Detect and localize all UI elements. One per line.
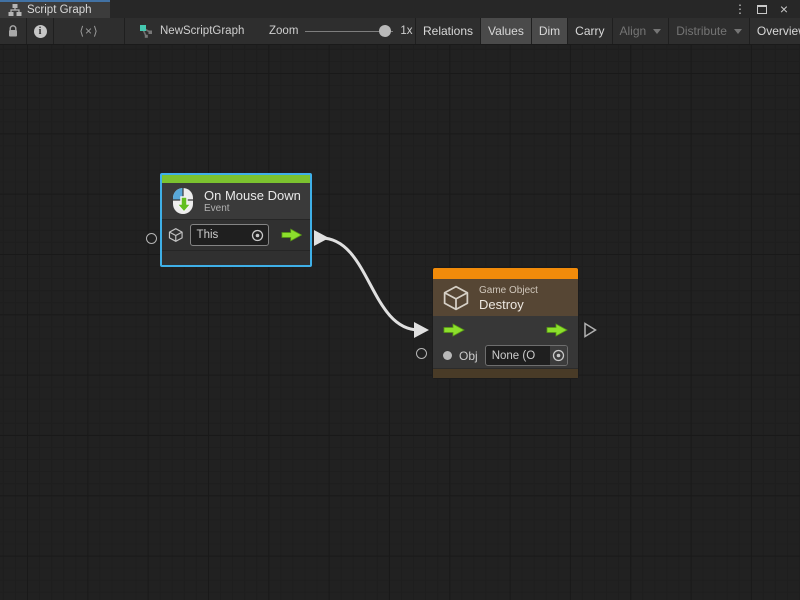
connections-layer (0, 45, 800, 600)
values-button[interactable]: Values (481, 18, 531, 44)
node-titles: On Mouse Down Event (204, 188, 301, 215)
tab-bar: Script Graph ⋮ × (0, 0, 800, 18)
node-subtitle: Event (204, 203, 301, 215)
target-dropdown-value: This (197, 229, 251, 241)
window-controls: ⋮ × (732, 0, 800, 18)
chevron-down-icon (734, 29, 742, 34)
gameobject-cube-icon (442, 284, 470, 312)
zoom-slider-handle[interactable] (379, 25, 391, 37)
mouse-down-icon (170, 187, 196, 215)
object-picker-icon (552, 349, 565, 362)
gameobject-accent-strip (433, 268, 578, 279)
obj-port-label: Obj (459, 349, 478, 363)
relations-button[interactable]: Relations (416, 18, 480, 44)
node-header: Game Object Destroy (433, 279, 578, 316)
zoom-label: Zoom (269, 25, 298, 37)
code-preview-button[interactable]: ⟨×⟩ (54, 18, 124, 44)
node-footer (433, 368, 578, 378)
distribute-label: Distribute (676, 24, 727, 38)
on-mouse-down-target-port[interactable] (146, 233, 157, 244)
obj-field-value: None (O (486, 350, 550, 362)
node-footer (162, 251, 310, 263)
obj-value-port[interactable] (443, 351, 452, 360)
chevron-down-icon (653, 29, 661, 34)
unconnected-flow-indicator (585, 324, 596, 337)
graph-toolbar: i ⟨×⟩ NewScriptGraph Zoom 1x Relations V… (0, 18, 800, 45)
node-title: On Mouse Down (204, 188, 301, 203)
target-dropdown[interactable]: This (190, 224, 269, 246)
flow-output-arrow[interactable] (281, 228, 302, 242)
object-picker-icon[interactable] (251, 229, 264, 242)
node-titles: Game Object Destroy (479, 284, 538, 312)
close-icon[interactable]: × (776, 1, 792, 17)
flow-port-row (433, 316, 578, 343)
maximize-icon (757, 5, 767, 14)
flow-connection-wire[interactable] (321, 238, 419, 330)
overview-button[interactable]: Overview (750, 18, 800, 44)
obj-object-field[interactable]: None (O (485, 345, 568, 366)
node-title: Destroy (479, 297, 538, 312)
overview-label: Overview (757, 24, 800, 38)
node-category: Game Object (479, 284, 538, 297)
node-port-row: This (162, 220, 310, 251)
align-button: Align (613, 18, 669, 44)
info-button[interactable]: i (27, 18, 53, 44)
object-picker-chip[interactable] (550, 346, 567, 365)
relations-label: Relations (423, 24, 473, 38)
lock-icon (6, 24, 20, 38)
dim-label: Dim (539, 24, 560, 38)
gameobject-cube-icon (168, 227, 184, 243)
node-header: On Mouse Down Event (162, 183, 310, 220)
carry-button[interactable]: Carry (568, 18, 611, 44)
lock-button[interactable] (0, 18, 26, 44)
tab-script-graph[interactable]: Script Graph (0, 0, 110, 18)
destroy-obj-outer-port[interactable] (416, 348, 427, 359)
flow-input-arrow[interactable] (443, 323, 465, 337)
graph-name-button[interactable]: NewScriptGraph (125, 18, 255, 44)
zoom-value: 1x (400, 25, 412, 37)
align-label: Align (620, 24, 647, 38)
graph-canvas[interactable]: On Mouse Down Event This (0, 45, 800, 600)
carry-label: Carry (575, 24, 604, 38)
flow-output-arrow[interactable] (546, 323, 568, 337)
obj-port-row: Obj None (O (433, 343, 578, 368)
event-accent-strip (162, 175, 310, 183)
script-graph-icon (139, 24, 153, 38)
dim-button[interactable]: Dim (532, 18, 567, 44)
zoom-slider[interactable] (305, 25, 393, 37)
connection-start-arrow (314, 230, 329, 246)
info-icon: i (34, 25, 47, 38)
values-label: Values (488, 24, 524, 38)
distribute-button: Distribute (669, 18, 749, 44)
tab-title: Script Graph (27, 4, 92, 16)
graph-name-label: NewScriptGraph (160, 25, 244, 37)
code-icon: ⟨×⟩ (79, 24, 98, 38)
menu-icon[interactable]: ⋮ (732, 1, 748, 17)
connection-end-arrow (414, 322, 429, 338)
graph-hierarchy-icon (8, 3, 22, 17)
node-on-mouse-down[interactable]: On Mouse Down Event This (160, 173, 312, 267)
maximize-button[interactable] (754, 1, 770, 17)
zoom-control: Zoom 1x (255, 18, 415, 44)
node-destroy[interactable]: Game Object Destroy Obj None (O (433, 268, 578, 378)
